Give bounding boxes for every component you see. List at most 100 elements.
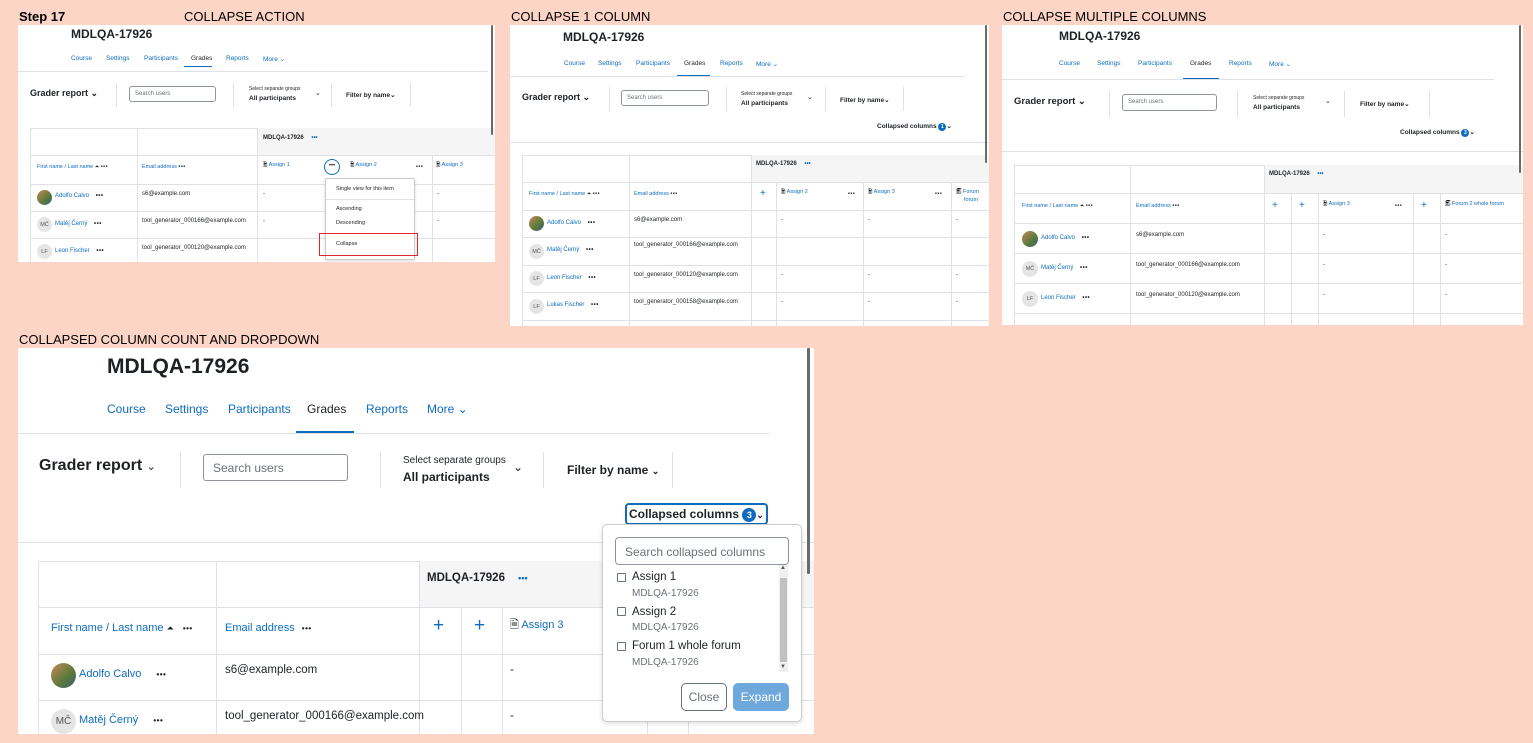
grade-cell[interactable]: - — [437, 218, 439, 224]
assign2-column-header[interactable]: 🗎 Assign 2 — [781, 188, 808, 197]
grade-cell[interactable]: - — [1445, 292, 1447, 298]
search-users-input[interactable]: Search users — [129, 86, 216, 102]
grade-cell[interactable]: - — [868, 299, 870, 305]
grade-cell[interactable]: - — [1445, 262, 1447, 268]
menu-single-view[interactable]: Single view for this item — [336, 186, 394, 192]
nav-course[interactable]: Course — [1059, 60, 1080, 67]
assign3-column-header[interactable]: 🗎 Assign 3 — [510, 616, 564, 635]
close-button[interactable]: Close — [681, 683, 727, 711]
menu-ascending[interactable]: Ascending — [336, 206, 362, 212]
nav-course[interactable]: Course — [564, 60, 585, 67]
scroll-down-icon[interactable]: ▼ — [780, 664, 786, 670]
grade-cell[interactable]: - — [956, 299, 958, 305]
groups-value[interactable]: All participants — [403, 470, 490, 484]
search-users-input[interactable]: Search users — [1122, 94, 1217, 111]
scrollbar[interactable] — [1519, 25, 1521, 173]
student-name-link[interactable]: Leon Fischer ••• — [547, 275, 596, 281]
nav-more[interactable]: More ⌄ — [263, 55, 285, 63]
filter-by-name[interactable]: Filter by name⌄ — [346, 91, 396, 99]
assign3-actions-icon[interactable]: ••• — [935, 191, 942, 197]
nav-course[interactable]: Course — [107, 402, 146, 416]
grade-cell[interactable]: - — [781, 299, 783, 305]
student-name-link[interactable]: Adolfo Calvo ••• — [55, 193, 104, 199]
nav-reports[interactable]: Reports — [720, 60, 743, 67]
groups-value[interactable]: All participants — [249, 95, 296, 102]
scrollbar[interactable] — [985, 25, 987, 163]
grade-cell[interactable]: - — [1323, 292, 1325, 298]
grader-report-title[interactable]: Grader report ⌄ — [30, 88, 98, 99]
grade-cell[interactable]: - — [956, 217, 958, 223]
grade-cell[interactable]: - — [868, 272, 870, 278]
checkbox-assign2[interactable] — [617, 607, 626, 616]
groups-chevron-icon[interactable]: ⌄ — [807, 93, 813, 101]
expand-column-plus-icon[interactable]: + — [760, 188, 766, 199]
collapsed-columns-button[interactable]: Collapsed columns 3 ⌄ — [625, 503, 768, 525]
forum2-column-header[interactable]: 🗐 Forum 2 whole forum — [1445, 200, 1515, 209]
scrollbar[interactable] — [491, 25, 493, 135]
scrollbar[interactable] — [807, 348, 810, 574]
assign2-actions-icon[interactable]: ••• — [848, 191, 855, 197]
email-column-header[interactable]: Email address ••• — [225, 622, 312, 634]
student-name-link[interactable]: Leon Fischer ••• — [55, 248, 104, 254]
assign3-column-header[interactable]: 🗎 Assign 3 — [868, 188, 895, 197]
nav-more[interactable]: More ⌄ — [427, 402, 468, 416]
nav-participants[interactable]: Participants — [228, 402, 291, 416]
grade-cell[interactable]: - — [263, 191, 265, 197]
collapsed-columns-button[interactable]: Collapsed columns 3 ⌄ — [1400, 128, 1475, 137]
email-column-header[interactable]: Email address ••• — [1136, 203, 1180, 209]
assign1-column-header[interactable]: 🗎 Assign 1 — [263, 161, 290, 170]
grade-cell[interactable]: - — [510, 710, 514, 722]
nav-grades[interactable]: Grades — [684, 60, 705, 67]
assign2-actions-icon[interactable]: ••• — [416, 164, 423, 170]
forum-column-header[interactable]: 🗐 Forum forum — [956, 188, 979, 204]
nav-grades[interactable]: Grades — [191, 55, 212, 62]
nav-more[interactable]: More ⌄ — [1269, 60, 1291, 68]
groups-chevron-icon[interactable]: ⌄ — [513, 460, 523, 474]
filter-by-name[interactable]: Filter by name⌄ — [840, 96, 890, 104]
grade-cell[interactable]: - — [868, 217, 870, 223]
grade-cell[interactable]: - — [1445, 232, 1447, 238]
grader-report-title[interactable]: Grader report ⌄ — [522, 92, 590, 103]
student-name-link[interactable]: Matěj Černý ••• — [79, 714, 163, 726]
assign3-column-header[interactable]: 🗎 Assign 3 — [1323, 200, 1350, 209]
expand-column-plus-icon[interactable]: + — [474, 615, 485, 637]
nav-reports[interactable]: Reports — [366, 402, 408, 416]
assign2-column-header[interactable]: 🗎 Assign 2 — [350, 161, 377, 170]
grader-report-title[interactable]: Grader report ⌄ — [1014, 96, 1086, 107]
groups-value[interactable]: All participants — [741, 100, 788, 107]
student-name-link[interactable]: Matěj Černý ••• — [547, 247, 594, 253]
name-column-header[interactable]: First name / Last name ⏶ ••• — [51, 622, 193, 634]
grade-cell[interactable]: - — [1323, 262, 1325, 268]
student-name-link[interactable]: Lukas Fischer ••• — [547, 302, 599, 308]
groups-chevron-icon[interactable]: ⌄ — [1325, 97, 1331, 105]
assign3-actions-icon[interactable]: ••• — [1395, 203, 1402, 209]
scroll-up-icon[interactable]: ▲ — [780, 565, 786, 571]
nav-grades[interactable]: Grades — [307, 402, 346, 416]
student-name-link[interactable]: Leon Fischer ••• — [1041, 295, 1090, 301]
student-name-link[interactable]: Matěj Černý ••• — [1041, 265, 1088, 271]
nav-participants[interactable]: Participants — [636, 60, 670, 67]
nav-participants[interactable]: Participants — [144, 55, 178, 62]
grade-cell[interactable]: - — [956, 272, 958, 278]
checkbox-assign1[interactable] — [617, 573, 626, 582]
name-column-header[interactable]: First name / Last name ⏶ ••• — [1022, 203, 1093, 210]
grade-cell[interactable]: - — [781, 217, 783, 223]
search-collapsed-columns-input[interactable]: Search collapsed columns — [615, 537, 789, 565]
collapsed-columns-button[interactable]: Collapsed columns 1 ⌄ — [877, 122, 952, 131]
nav-more[interactable]: More ⌄ — [756, 60, 778, 68]
checkbox-forum1[interactable] — [617, 642, 626, 651]
nav-settings[interactable]: Settings — [165, 402, 208, 416]
nav-settings[interactable]: Settings — [106, 55, 130, 62]
nav-grades[interactable]: Grades — [1190, 60, 1211, 67]
menu-descending[interactable]: Descending — [336, 220, 365, 226]
grader-report-title[interactable]: Grader report ⌄ — [39, 457, 156, 475]
filter-by-name[interactable]: Filter by name⌄ — [1360, 100, 1410, 108]
nav-reports[interactable]: Reports — [226, 55, 249, 62]
groups-value[interactable]: All participants — [1253, 104, 1300, 111]
expand-column-plus-icon[interactable]: + — [1272, 200, 1278, 211]
nav-settings[interactable]: Settings — [1097, 60, 1121, 67]
email-column-header[interactable]: Email address ••• — [142, 164, 186, 170]
nav-course[interactable]: Course — [71, 55, 92, 62]
name-column-header[interactable]: First name / Last name ⏶ ••• — [37, 164, 108, 171]
grade-cell[interactable]: - — [263, 218, 265, 224]
